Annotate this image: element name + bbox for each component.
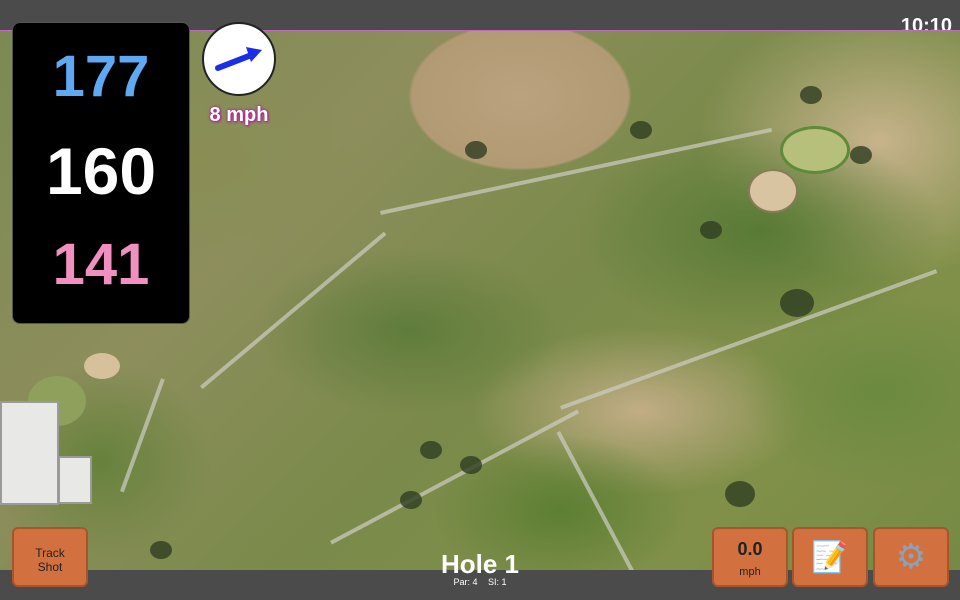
- settings-button[interactable]: ⚙: [873, 527, 949, 587]
- tree: [800, 86, 822, 104]
- tree: [780, 289, 814, 317]
- tree: [850, 146, 872, 164]
- wind-arrow-icon: [215, 47, 262, 71]
- cart-path: [120, 378, 165, 493]
- notes-button[interactable]: 📝: [792, 527, 868, 587]
- front-yardage: 141: [52, 232, 150, 297]
- yardage-panel: 177 160 141: [12, 22, 190, 324]
- tree: [420, 441, 442, 459]
- speed-value: 0.0: [737, 539, 763, 559]
- green: [780, 126, 850, 174]
- tree: [400, 491, 422, 509]
- middle-yardage: 160: [45, 134, 157, 208]
- tree: [725, 481, 755, 507]
- cart-path: [200, 231, 387, 390]
- cart-path: [380, 127, 773, 215]
- building: [58, 456, 92, 504]
- hole-par: Par: 4: [453, 577, 478, 587]
- cart-path: [560, 269, 938, 410]
- hole-title: Hole 1: [440, 549, 520, 579]
- wind-speed-label: 8 mph: [209, 104, 269, 126]
- tree: [630, 121, 652, 139]
- clubhouse: [0, 401, 59, 505]
- speed-button[interactable]: 0.0 mph: [712, 527, 788, 587]
- bunker: [84, 353, 120, 379]
- track-shot-button[interactable]: Track Shot: [12, 527, 88, 587]
- gear-icon: ⚙: [895, 538, 927, 576]
- hole-info: Par: 4 SI: 1: [380, 577, 580, 587]
- bunker: [748, 169, 798, 213]
- track-shot-label-line2: Shot: [37, 560, 63, 574]
- notes-icon: 📝: [811, 541, 849, 574]
- tree: [460, 456, 482, 474]
- tree: [150, 541, 172, 559]
- cart-path: [330, 409, 580, 545]
- tree: [700, 221, 722, 239]
- track-shot-label-line1: Track: [35, 546, 65, 560]
- back-yardage: 177: [52, 44, 150, 109]
- speed-unit: mph: [739, 566, 761, 578]
- hole-stroke-index: SI: 1: [488, 577, 507, 587]
- wind-indicator: [202, 22, 276, 96]
- tree: [465, 141, 487, 159]
